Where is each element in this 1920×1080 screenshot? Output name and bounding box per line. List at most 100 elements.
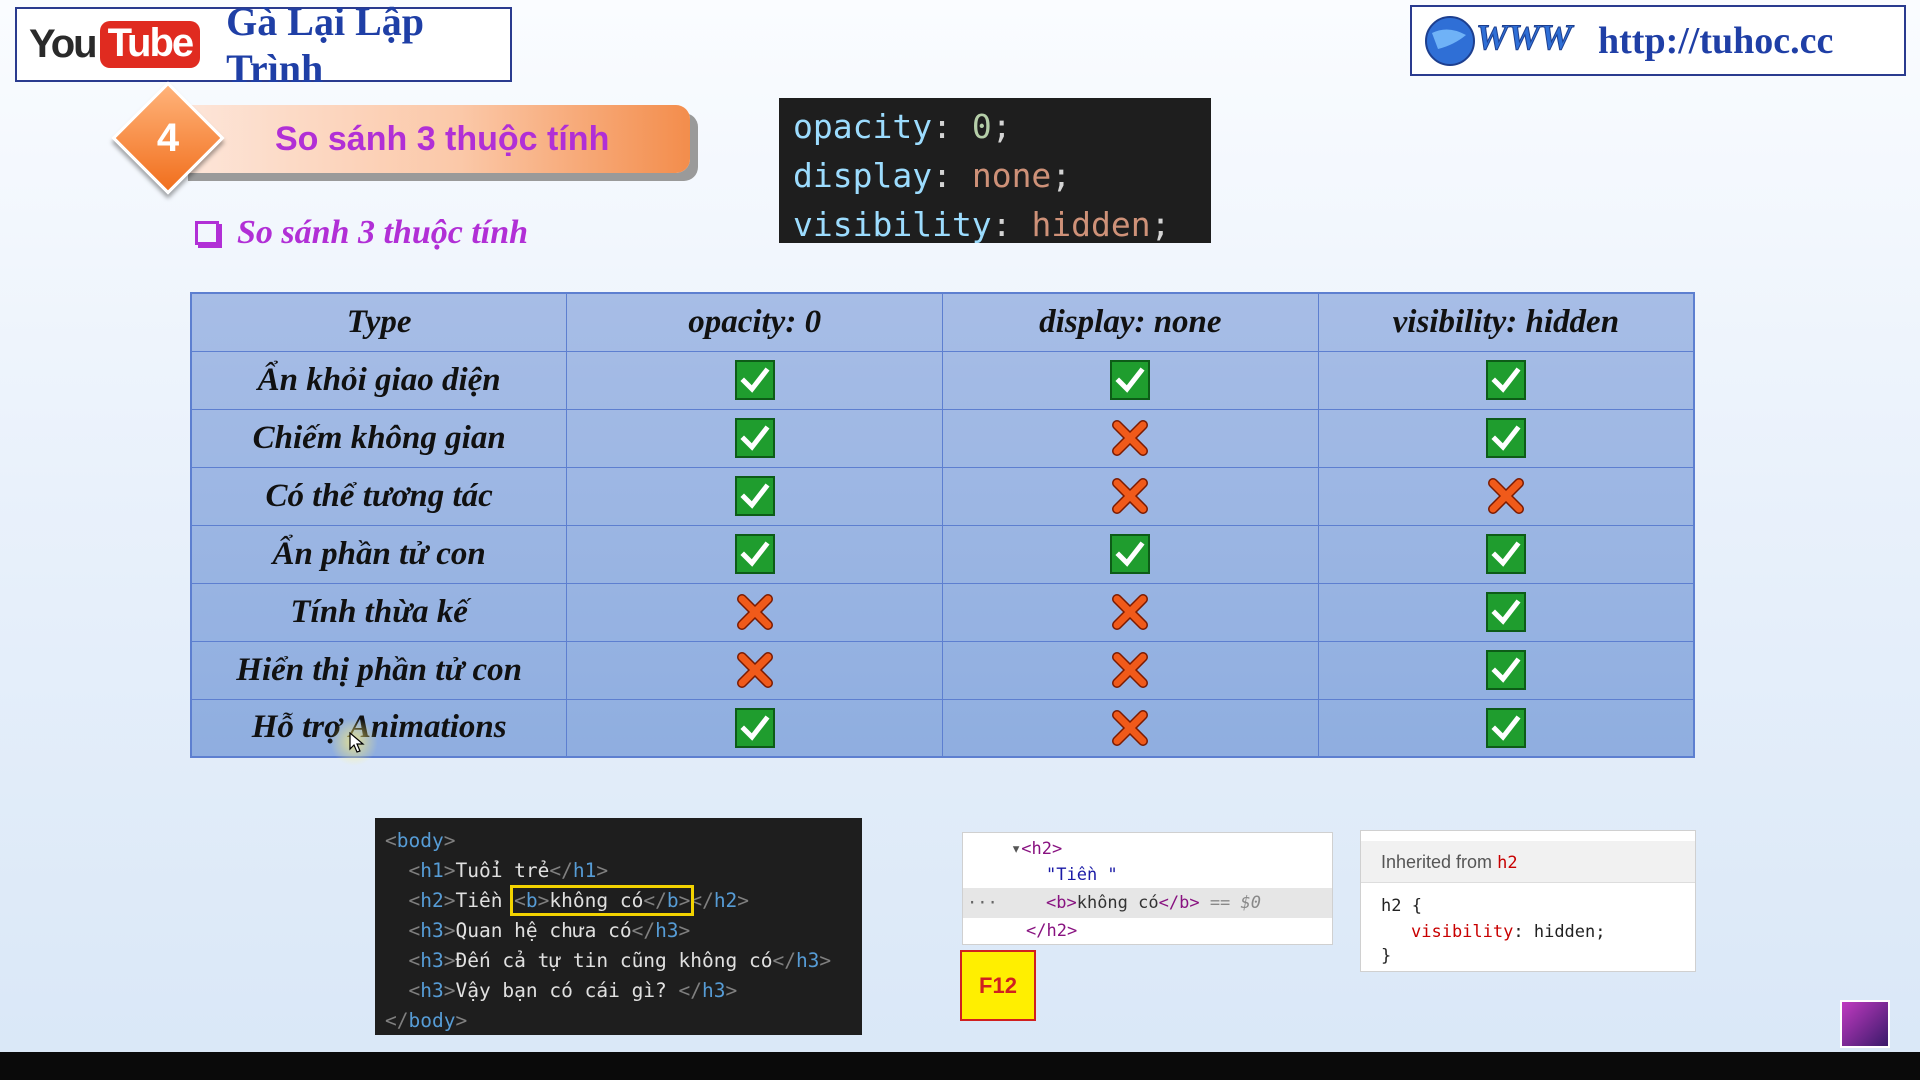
website-banner: WWW http://tuhoc.cc [1410,5,1906,76]
cell-opacity [566,408,943,468]
feature-label: Có thể tương tác [190,466,568,526]
cross-icon [736,652,773,689]
code-line-body-close: </body> [385,1009,468,1032]
cell-opacity [566,640,943,700]
subheading: So sánh 3 thuộc tính [195,214,528,252]
check-icon [734,707,775,748]
check-icon [734,418,775,459]
cell-display [942,350,1319,410]
inherited-selector-link[interactable]: h2 [1497,853,1517,873]
cross-icon [1112,420,1149,457]
feature-label: Tính thừa kế [190,582,568,642]
globe-www-icon: WWW [1418,11,1588,71]
cell-visibility [1317,350,1695,410]
check-icon [1110,360,1151,401]
square-bullet-icon [195,221,219,245]
devtools-elements-panel: ▾<h2> "Tiền " ··· <b>không có</b> == $0 … [962,832,1333,945]
channel-name: Gà Lại Lập Trình [226,0,424,91]
cell-visibility [1317,698,1695,758]
cell-opacity [566,698,943,758]
youtube-logo-you: You [29,22,98,66]
section-title: So sánh 3 thuộc tính [275,119,610,158]
check-icon [734,476,775,517]
cross-icon [1112,594,1149,631]
cross-icon [1487,478,1524,515]
globe-www-text: WWW [1476,17,1575,57]
check-icon [1485,592,1526,633]
check-icon [1485,650,1526,691]
code-value-visibility: hidden [1031,205,1151,244]
cell-visibility [1317,408,1695,468]
table-row: Có thể tương tác [190,466,1695,526]
cell-display [942,698,1319,758]
html-code-snippet: <body> <h1>Tuổi trẻ</h1> <h2>Tiền <b>khô… [375,818,862,1035]
table-row: Hỗ trợ Animations [190,698,1695,758]
cell-opacity [566,582,943,642]
feature-label: Ẩn phần tử con [190,524,568,584]
youtube-channel-banner: You Tube Gà Lại Lập Trình [15,0,512,91]
feature-label: Hiển thị phần tử con [190,640,568,700]
check-icon [734,534,775,575]
check-icon [1485,418,1526,459]
check-icon [1485,707,1526,748]
cell-visibility [1317,466,1695,526]
code-line-visibility: visibility: hidden; [793,205,1171,244]
table-header-row: Type opacity: 0 display: none visibility… [190,292,1695,352]
code-line-h3-1: <h3>Quan hệ chưa có</h3> [408,919,691,942]
cell-opacity [566,524,943,584]
code-line-display: display: none; [793,156,1072,195]
highlighted-b-element: <b>không có</b> [510,885,695,916]
cross-icon [1112,652,1149,689]
section-banner: So sánh 3 thuộc tính [180,105,690,173]
dom-text-node[interactable]: "Tiền " [1046,861,1118,889]
header-opacity: opacity: 0 [566,292,943,352]
cell-visibility [1317,640,1695,700]
cell-visibility [1317,582,1695,642]
youtube-logo-tube: Tube [99,21,201,68]
code-value-opacity: 0 [971,107,992,146]
node-menu-ellipsis[interactable]: ··· [967,889,998,917]
code-line-body-open: <body> [385,829,456,852]
cell-display [942,582,1319,642]
table-row: Hiển thị phần tử con [190,640,1695,700]
mouse-cursor-icon [349,732,365,753]
dom-node-b-selected[interactable]: <b>không có</b> == $0 [1046,889,1261,917]
css-code-snippet: opacity: 0; display: none; visibility: h… [779,98,1211,244]
code-line-h3-3: <h3>Vậy bạn có cái gì? </h3> [408,979,738,1002]
table-row: Ẩn phần tử con [190,524,1695,584]
check-icon [1110,534,1151,575]
check-icon [734,360,775,401]
check-icon [1485,534,1526,575]
cell-opacity [566,350,943,410]
subheading-text: So sánh 3 thuộc tính [237,214,529,251]
dom-node-h2-open[interactable]: ▾<h2> [1011,835,1062,863]
cross-icon [1112,709,1149,746]
code-line-h1: <h1>Tuổi trẻ</h1> [408,859,609,882]
table-row: Chiếm không gian [190,408,1695,468]
header-display: display: none [942,292,1319,352]
css-rule-selector: h2 { [1381,896,1422,916]
website-url: http://tuhoc.cc [1598,19,1834,62]
feature-label: Ẩn khỏi giao diện [190,350,568,410]
section-number: 4 [156,115,180,160]
devtools-styles-panel: Inherited from h2 h2 { visibility: hidde… [1360,830,1696,972]
comparison-table: Type opacity: 0 display: none visibility… [190,292,1695,758]
check-icon [1485,360,1526,401]
cross-icon [736,594,773,631]
dom-node-h2-close[interactable]: </h2> [1026,917,1077,945]
video-bottom-bar [0,1052,1920,1080]
header-type: Type [190,292,568,352]
feature-label: Chiếm không gian [190,408,568,468]
inherited-from-bar: Inherited from h2 [1361,841,1695,883]
cell-display [942,408,1319,468]
cell-display [942,466,1319,526]
feature-label: Hỗ trợ Animations [190,698,568,758]
css-rule-close: } [1381,946,1392,966]
code-value-display: none [971,156,1052,195]
table-row: Ẩn khỏi giao diện [190,350,1695,410]
cell-display [942,640,1319,700]
cross-icon [1112,478,1149,515]
cell-display [942,524,1319,584]
code-line-h3-2: <h3>Đến cả tự tin cũng không có</h3> [408,949,832,972]
css-declaration[interactable]: visibility: hidden; [1411,919,1606,945]
